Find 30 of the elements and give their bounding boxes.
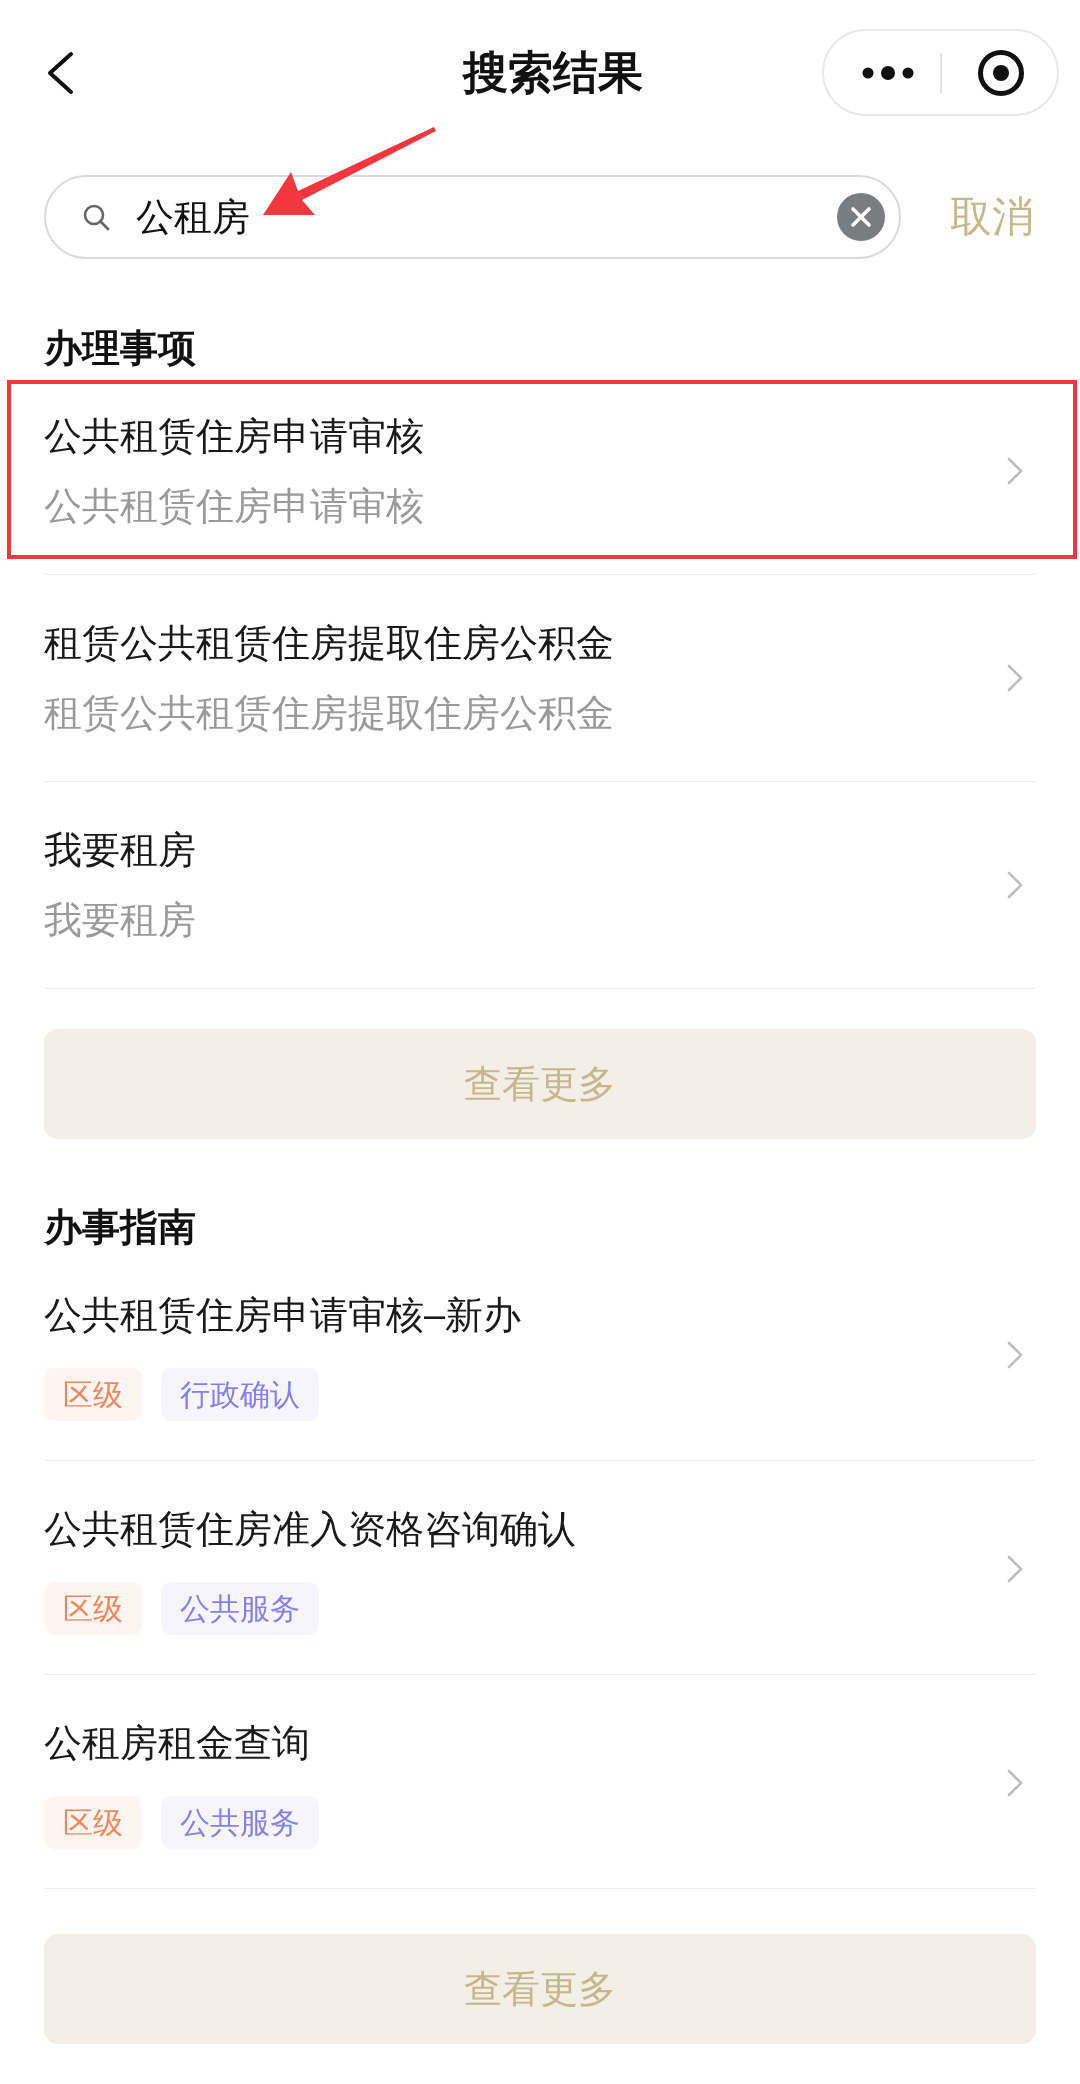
category-tag: 区级 [44,1582,142,1635]
item-title[interactable]: 我要租房 [44,824,196,876]
page-title: 搜索结果 [462,45,643,100]
category-tag: 区级 [44,1796,142,1849]
search-field[interactable]: 公租房 [44,175,901,259]
chevron-right-icon[interactable] [1007,1769,1023,1797]
chevron-right-icon[interactable] [1007,1341,1023,1369]
chevron-right-icon[interactable] [1007,457,1023,485]
back-icon[interactable] [46,50,74,95]
category-tag: 公共服务 [161,1582,319,1635]
item-subtitle: 我要租房 [44,898,196,943]
chevron-right-icon[interactable] [1007,664,1023,692]
category-tag: 行政确认 [161,1368,319,1421]
category-tag: 公共服务 [161,1796,319,1849]
item-title[interactable]: 公共租赁住房申请审核–新办 [44,1289,522,1341]
more-icon[interactable] [862,65,914,80]
item-subtitle: 公共租赁住房申请审核 [44,484,424,529]
section-heading: 办事指南 [44,1207,197,1247]
item-title[interactable]: 公共租赁住房准入资格咨询确认 [44,1503,576,1555]
category-tag: 区级 [44,1368,142,1421]
item-subtitle: 租赁公共租赁住房提取住房公积金 [44,691,614,736]
item-title[interactable]: 租赁公共租赁住房提取住房公积金 [44,617,614,669]
item-title[interactable]: 公租房租金查询 [44,1717,310,1769]
item-title[interactable]: 公共租赁住房申请审核 [44,410,424,462]
section-heading: 办理事项 [44,328,197,368]
chevron-right-icon[interactable] [1007,1555,1023,1583]
circle-dot-icon[interactable] [977,48,1025,97]
search-icon [82,203,110,231]
clear-icon[interactable] [837,193,885,241]
chevron-right-icon[interactable] [1007,871,1023,899]
